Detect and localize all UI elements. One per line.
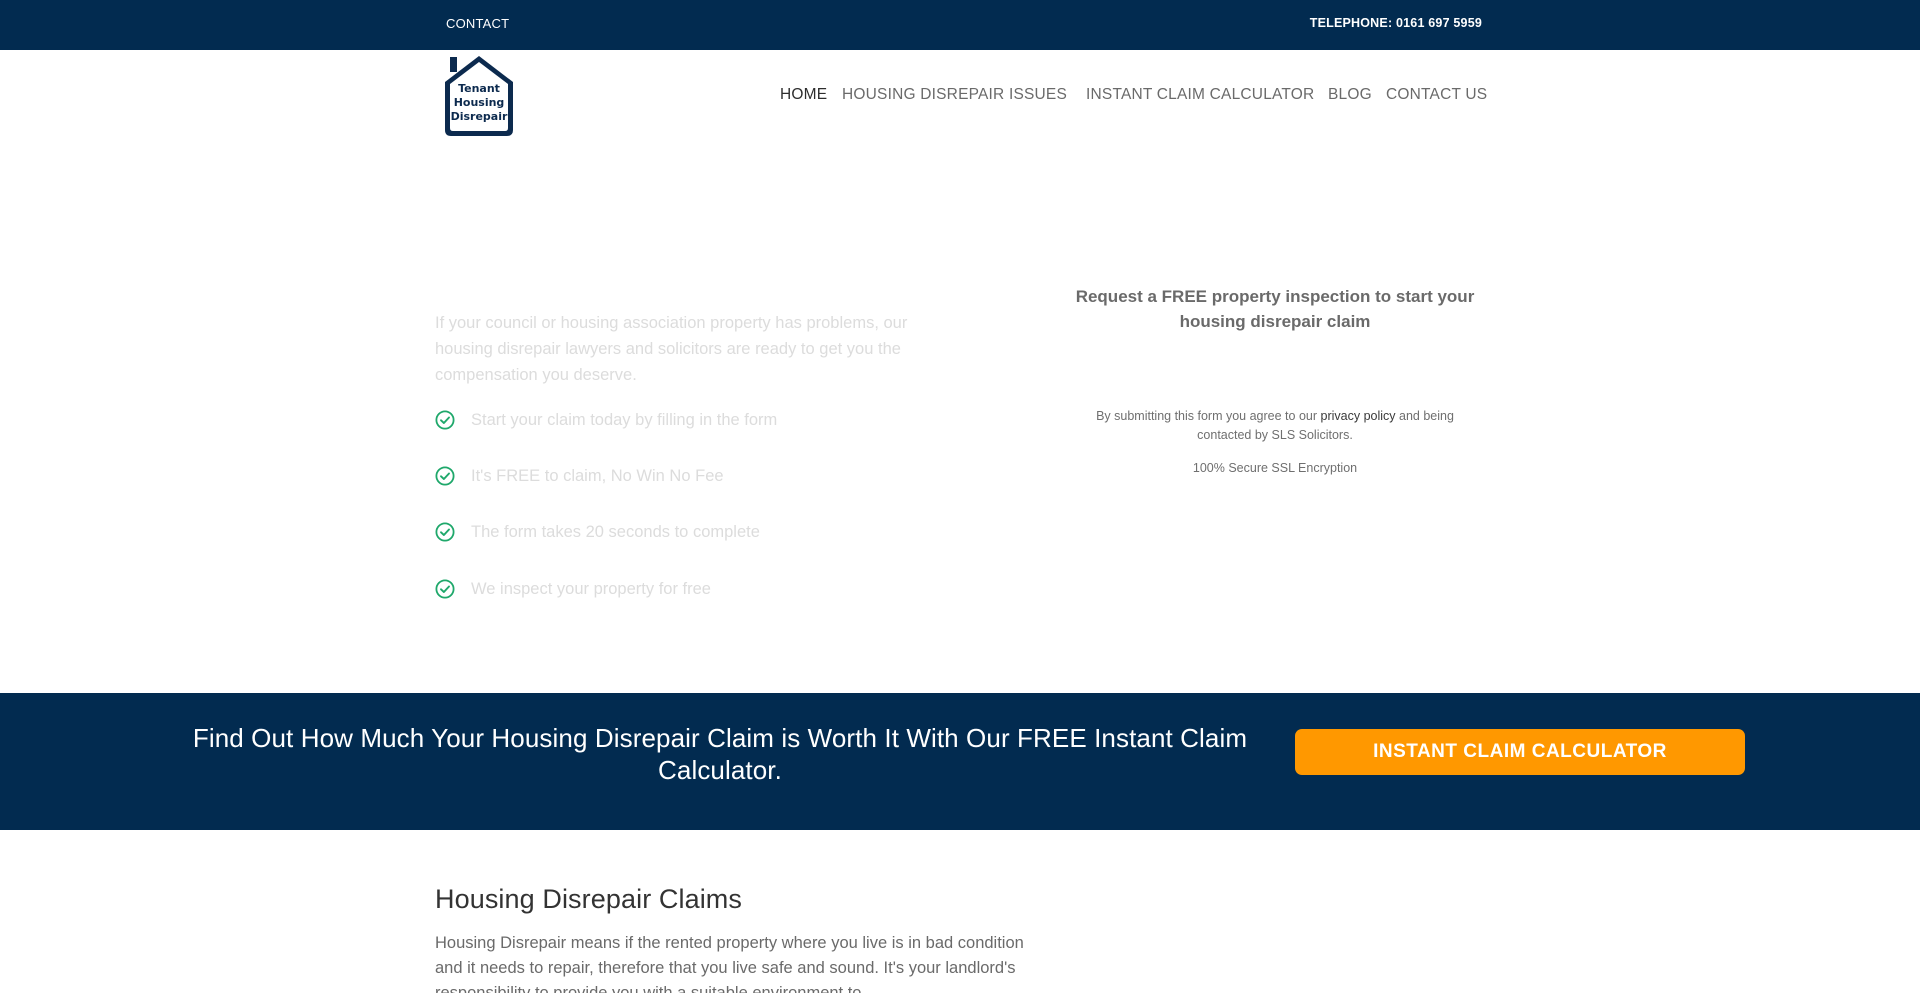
check-circle-icon: [435, 466, 455, 486]
hero-bullet-text: Start your claim today by filling in the…: [471, 410, 778, 429]
top-bar: CONTACT TELEPHONE: 0161 697 5959: [0, 0, 1920, 50]
logo-line: Housing: [453, 96, 505, 109]
nav-item-instant-claim-calculator[interactable]: INSTANT CLAIM CALCULATOR: [1086, 86, 1314, 104]
section-title: Housing Disrepair Claims: [435, 884, 742, 914]
section-body: Housing Disrepair means if the rented pr…: [435, 934, 1024, 993]
hero-bullet: We inspect your property for free: [435, 579, 711, 599]
hero-bullet: Start your claim today by filling in the…: [435, 410, 777, 430]
cta-band: Find Out How Much Your Housing Disrepair…: [0, 693, 1920, 830]
instant-claim-calculator-button[interactable]: INSTANT CLAIM CALCULATOR: [1295, 729, 1745, 775]
check-circle-icon: [435, 410, 455, 430]
page: CONTACT TELEPHONE: 0161 697 5959 Tenant …: [0, 0, 1920, 993]
logo-line: Tenant: [458, 82, 500, 95]
hero-bullet: It's FREE to claim, No Win No Fee: [435, 466, 724, 486]
nav-item-housing-disrepair-issues[interactable]: HOUSING DISREPAIR ISSUES: [842, 86, 1067, 104]
nav-item-contact-us[interactable]: CONTACT US: [1386, 86, 1487, 104]
topbar-contact-link[interactable]: CONTACT: [446, 16, 509, 31]
logo-text: Tenant Housing Disrepair: [440, 82, 518, 124]
nav-item-blog[interactable]: BLOG: [1328, 86, 1372, 104]
hero-bullet-text: We inspect your property for free: [471, 579, 711, 598]
ssl-note: 100% Secure SSL Encryption: [1192, 461, 1358, 475]
hero-bullet-text: The form takes 20 seconds to complete: [471, 522, 760, 541]
telephone-text[interactable]: TELEPHONE: 0161 697 5959: [1310, 16, 1482, 30]
check-circle-icon: [435, 579, 455, 599]
consent-text: By submitting this form you agree to our…: [1090, 407, 1460, 444]
consent-text-start: By submitting this form you agree to our: [1096, 409, 1321, 423]
privacy-policy-link[interactable]: privacy policy: [1321, 409, 1396, 423]
hero-intro: If your council or housing association p…: [435, 314, 908, 384]
site-logo[interactable]: Tenant Housing Disrepair: [440, 52, 518, 138]
nav-item-home[interactable]: HOME: [780, 86, 827, 104]
cta-text: Find Out How Much Your Housing Disrepair…: [192, 723, 1248, 785]
check-circle-icon: [435, 522, 455, 542]
form-heading: Request a FREE property inspection to st…: [1075, 287, 1475, 331]
hero-bullet-text: It's FREE to claim, No Win No Fee: [471, 466, 724, 485]
logo-line: Disrepair: [450, 110, 508, 123]
hero-bullet: The form takes 20 seconds to complete: [435, 522, 760, 542]
